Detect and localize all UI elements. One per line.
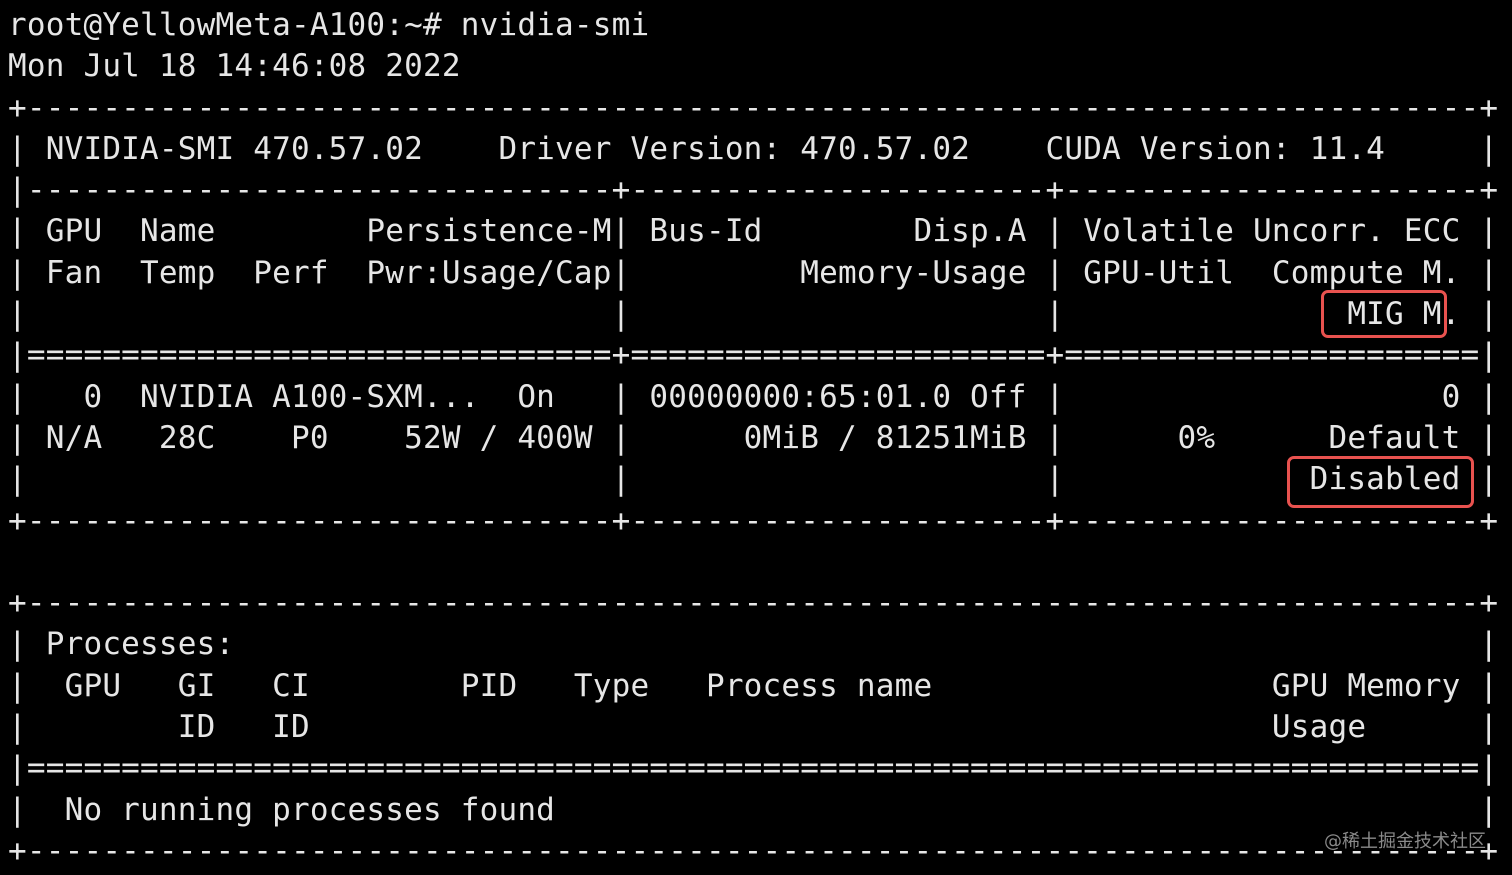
gpu-header-row-2: | Fan Temp Perf Pwr:Usage/Cap| Memory-Us… bbox=[8, 254, 1499, 291]
gpu-header-row-3: | | | MIG M. | bbox=[8, 296, 1499, 333]
no-processes-line: | No running processes found | bbox=[8, 791, 1499, 828]
gpu-header-row-1: | GPU Name Persistence-M| Bus-Id Disp.A … bbox=[8, 213, 1499, 250]
processes-title: | Processes: | bbox=[8, 626, 1499, 663]
table-top-border: +---------------------------------------… bbox=[8, 89, 1499, 126]
gpu-row-2: | N/A 28C P0 52W / 400W | 0MiB / 81251Mi… bbox=[8, 419, 1499, 456]
table-divider: |-------------------------------+-------… bbox=[8, 172, 1499, 209]
gpu-row-3: | | | Disabled | bbox=[8, 461, 1499, 498]
processes-top-border: +---------------------------------------… bbox=[8, 585, 1499, 622]
version-line: | NVIDIA-SMI 470.57.02 Driver Version: 4… bbox=[8, 130, 1499, 167]
command-prompt-line: root@YellowMeta-A100:~# nvidia-smi bbox=[8, 7, 650, 43]
processes-header-row-2: | ID ID Usage | bbox=[8, 709, 1499, 746]
gpu-row-1: | 0 NVIDIA A100-SXM... On | 00000000:65:… bbox=[8, 378, 1499, 415]
processes-header-separator: |=======================================… bbox=[8, 750, 1499, 787]
processes-header-row-1: | GPU GI CI PID Type Process name GPU Me… bbox=[8, 667, 1499, 704]
watermark: @稀土掘金技术社区 bbox=[1324, 831, 1486, 852]
disabled-highlight-box bbox=[1287, 456, 1474, 508]
timestamp-line: Mon Jul 18 14:46:08 2022 bbox=[8, 48, 461, 85]
terminal-output: root@YellowMeta-A100:~# nvidia-smi Mon J… bbox=[8, 5, 1498, 872]
mig-m-highlight-box bbox=[1321, 290, 1447, 338]
processes-bottom-border: +---------------------------------------… bbox=[8, 832, 1499, 869]
gpu-table-bottom-border: +-------------------------------+-------… bbox=[8, 502, 1499, 539]
gpu-header-separator: |===============================+=======… bbox=[8, 337, 1499, 374]
